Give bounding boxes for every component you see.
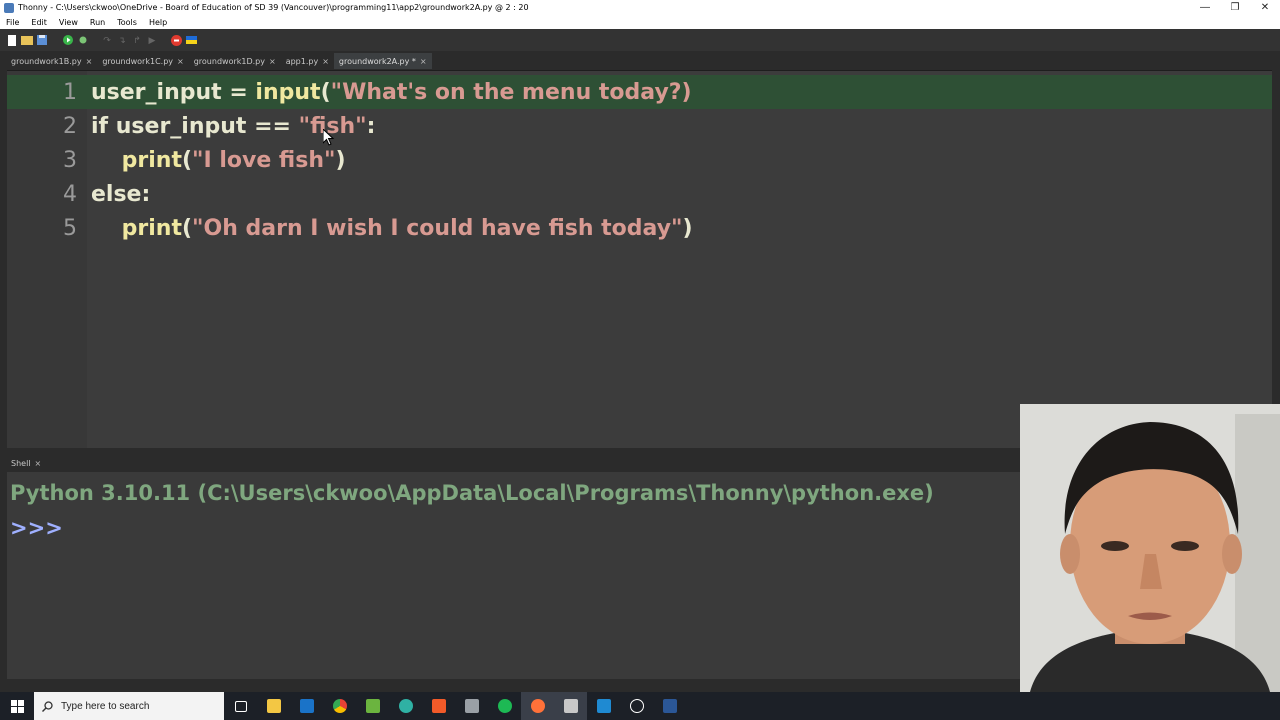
code-text: print("Oh darn I wish I could have fish … (121, 215, 693, 241)
tab-groundwork1C[interactable]: groundwork1C.py × (97, 53, 188, 69)
start-button[interactable] (0, 692, 34, 720)
task-view-icon[interactable] (224, 692, 257, 720)
media-player-icon[interactable] (620, 692, 653, 720)
firefox-icon[interactable] (521, 692, 554, 720)
menu-run[interactable]: Run (84, 18, 111, 27)
code-line-5[interactable]: 5 print("Oh darn I wish I could have fis… (7, 211, 1272, 245)
line-number: 3 (63, 147, 77, 173)
search-placeholder: Type here to search (61, 700, 150, 712)
tab-groundwork2A[interactable]: groundwork2A.py * × (333, 53, 432, 69)
edge-icon[interactable] (389, 692, 422, 720)
code-line-3[interactable]: 3 print("I love fish") (7, 143, 1272, 177)
menu-help[interactable]: Help (143, 18, 173, 27)
resume-icon[interactable]: ▶ (146, 34, 158, 46)
code-text: print("I love fish") (121, 147, 346, 173)
save-icon[interactable] (36, 34, 48, 46)
new-file-icon[interactable] (6, 34, 18, 46)
toolbar: ↷ ↴ ↱ ▶ (0, 29, 1280, 51)
code-editor[interactable]: 1 user_input = input("What's on the menu… (7, 70, 1272, 448)
tab-shell[interactable]: Shell × (6, 456, 46, 472)
step-out-icon[interactable]: ↱ (131, 34, 143, 46)
thonny-icon[interactable] (554, 692, 587, 720)
stop-icon[interactable] (170, 34, 182, 46)
thonny-app-icon (4, 2, 14, 13)
code-line-4[interactable]: 4 else: (7, 177, 1272, 211)
close-tab-icon[interactable]: × (322, 57, 329, 66)
mouse-cursor-icon (323, 129, 335, 146)
tab-label: groundwork1D.py (193, 56, 265, 66)
close-tab-icon[interactable]: × (420, 57, 427, 66)
close-tab-icon[interactable]: × (35, 459, 42, 468)
code-line-2[interactable]: 2 if user_input == "fish": (7, 109, 1272, 143)
shell-panel[interactable]: Python 3.10.11 (C:\Users\ckwoo\AppData\L… (7, 472, 1020, 679)
debug-icon[interactable] (77, 34, 89, 46)
run-icon[interactable] (62, 34, 74, 46)
line-number: 4 (63, 181, 77, 207)
tab-groundwork1B[interactable]: groundwork1B.py × (6, 53, 97, 69)
editor-tabs: groundwork1B.py × groundwork1C.py × ground… (0, 51, 1280, 69)
minimize-button[interactable]: — (1190, 0, 1220, 15)
line-number: 5 (63, 215, 77, 241)
outlook-icon[interactable] (290, 692, 323, 720)
windows-taskbar: Type here to search (0, 692, 1280, 720)
brave-icon[interactable] (422, 692, 455, 720)
open-file-icon[interactable] (21, 34, 33, 46)
close-tab-icon[interactable]: × (86, 57, 93, 66)
restore-button[interactable]: ❐ (1220, 0, 1250, 15)
window-title: Thonny - C:\Users\ckwoo\OneDrive - Board… (18, 3, 529, 12)
line-number: 2 (63, 113, 77, 139)
tab-label: groundwork2A.py * (338, 56, 416, 66)
menu-tools[interactable]: Tools (111, 18, 143, 27)
vscode-icon[interactable] (587, 692, 620, 720)
title-bar: Thonny - C:\Users\ckwoo\OneDrive - Board… (0, 0, 1280, 15)
step-into-icon[interactable]: ↴ (116, 34, 128, 46)
menu-file[interactable]: File (0, 18, 25, 27)
code-text: else: (91, 181, 151, 207)
spotify-icon[interactable] (488, 692, 521, 720)
search-icon (42, 700, 53, 712)
windows-logo-icon (10, 699, 24, 713)
presenter-face-image (1020, 404, 1280, 692)
code-text: user_input = input("What's on the menu t… (91, 79, 692, 105)
chrome-icon[interactable] (323, 692, 356, 720)
menu-bar: File Edit View Run Tools Help (0, 15, 1280, 29)
tab-app1[interactable]: app1.py × (281, 53, 334, 69)
taskbar-search[interactable]: Type here to search (34, 692, 224, 720)
shell-prompt[interactable]: >>> (10, 516, 63, 540)
line-number: 1 (63, 79, 77, 105)
step-over-icon[interactable]: ↷ (101, 34, 113, 46)
menu-view[interactable]: View (53, 18, 84, 27)
tab-label: app1.py (285, 56, 319, 66)
camera-icon[interactable] (455, 692, 488, 720)
menu-edit[interactable]: Edit (25, 18, 53, 27)
word-icon[interactable] (653, 692, 686, 720)
close-tab-icon[interactable]: × (177, 57, 184, 66)
close-tab-icon[interactable]: × (269, 57, 276, 66)
file-explorer-icon[interactable] (257, 692, 290, 720)
close-button[interactable]: ✕ (1250, 0, 1280, 15)
python-version-banner: Python 3.10.11 (C:\Users\ckwoo\AppData\L… (10, 481, 934, 505)
tab-groundwork1D[interactable]: groundwork1D.py × (189, 53, 281, 69)
ukraine-flag-icon[interactable] (185, 34, 197, 46)
tab-label: groundwork1C.py (102, 56, 174, 66)
notepad-plus-icon[interactable] (356, 692, 389, 720)
tab-label: groundwork1B.py (11, 56, 82, 66)
tab-label: Shell (11, 459, 31, 468)
webcam-overlay (1020, 404, 1280, 692)
shell-tab-bar: Shell × (0, 455, 1020, 472)
code-line-1[interactable]: 1 user_input = input("What's on the menu… (7, 75, 1272, 109)
